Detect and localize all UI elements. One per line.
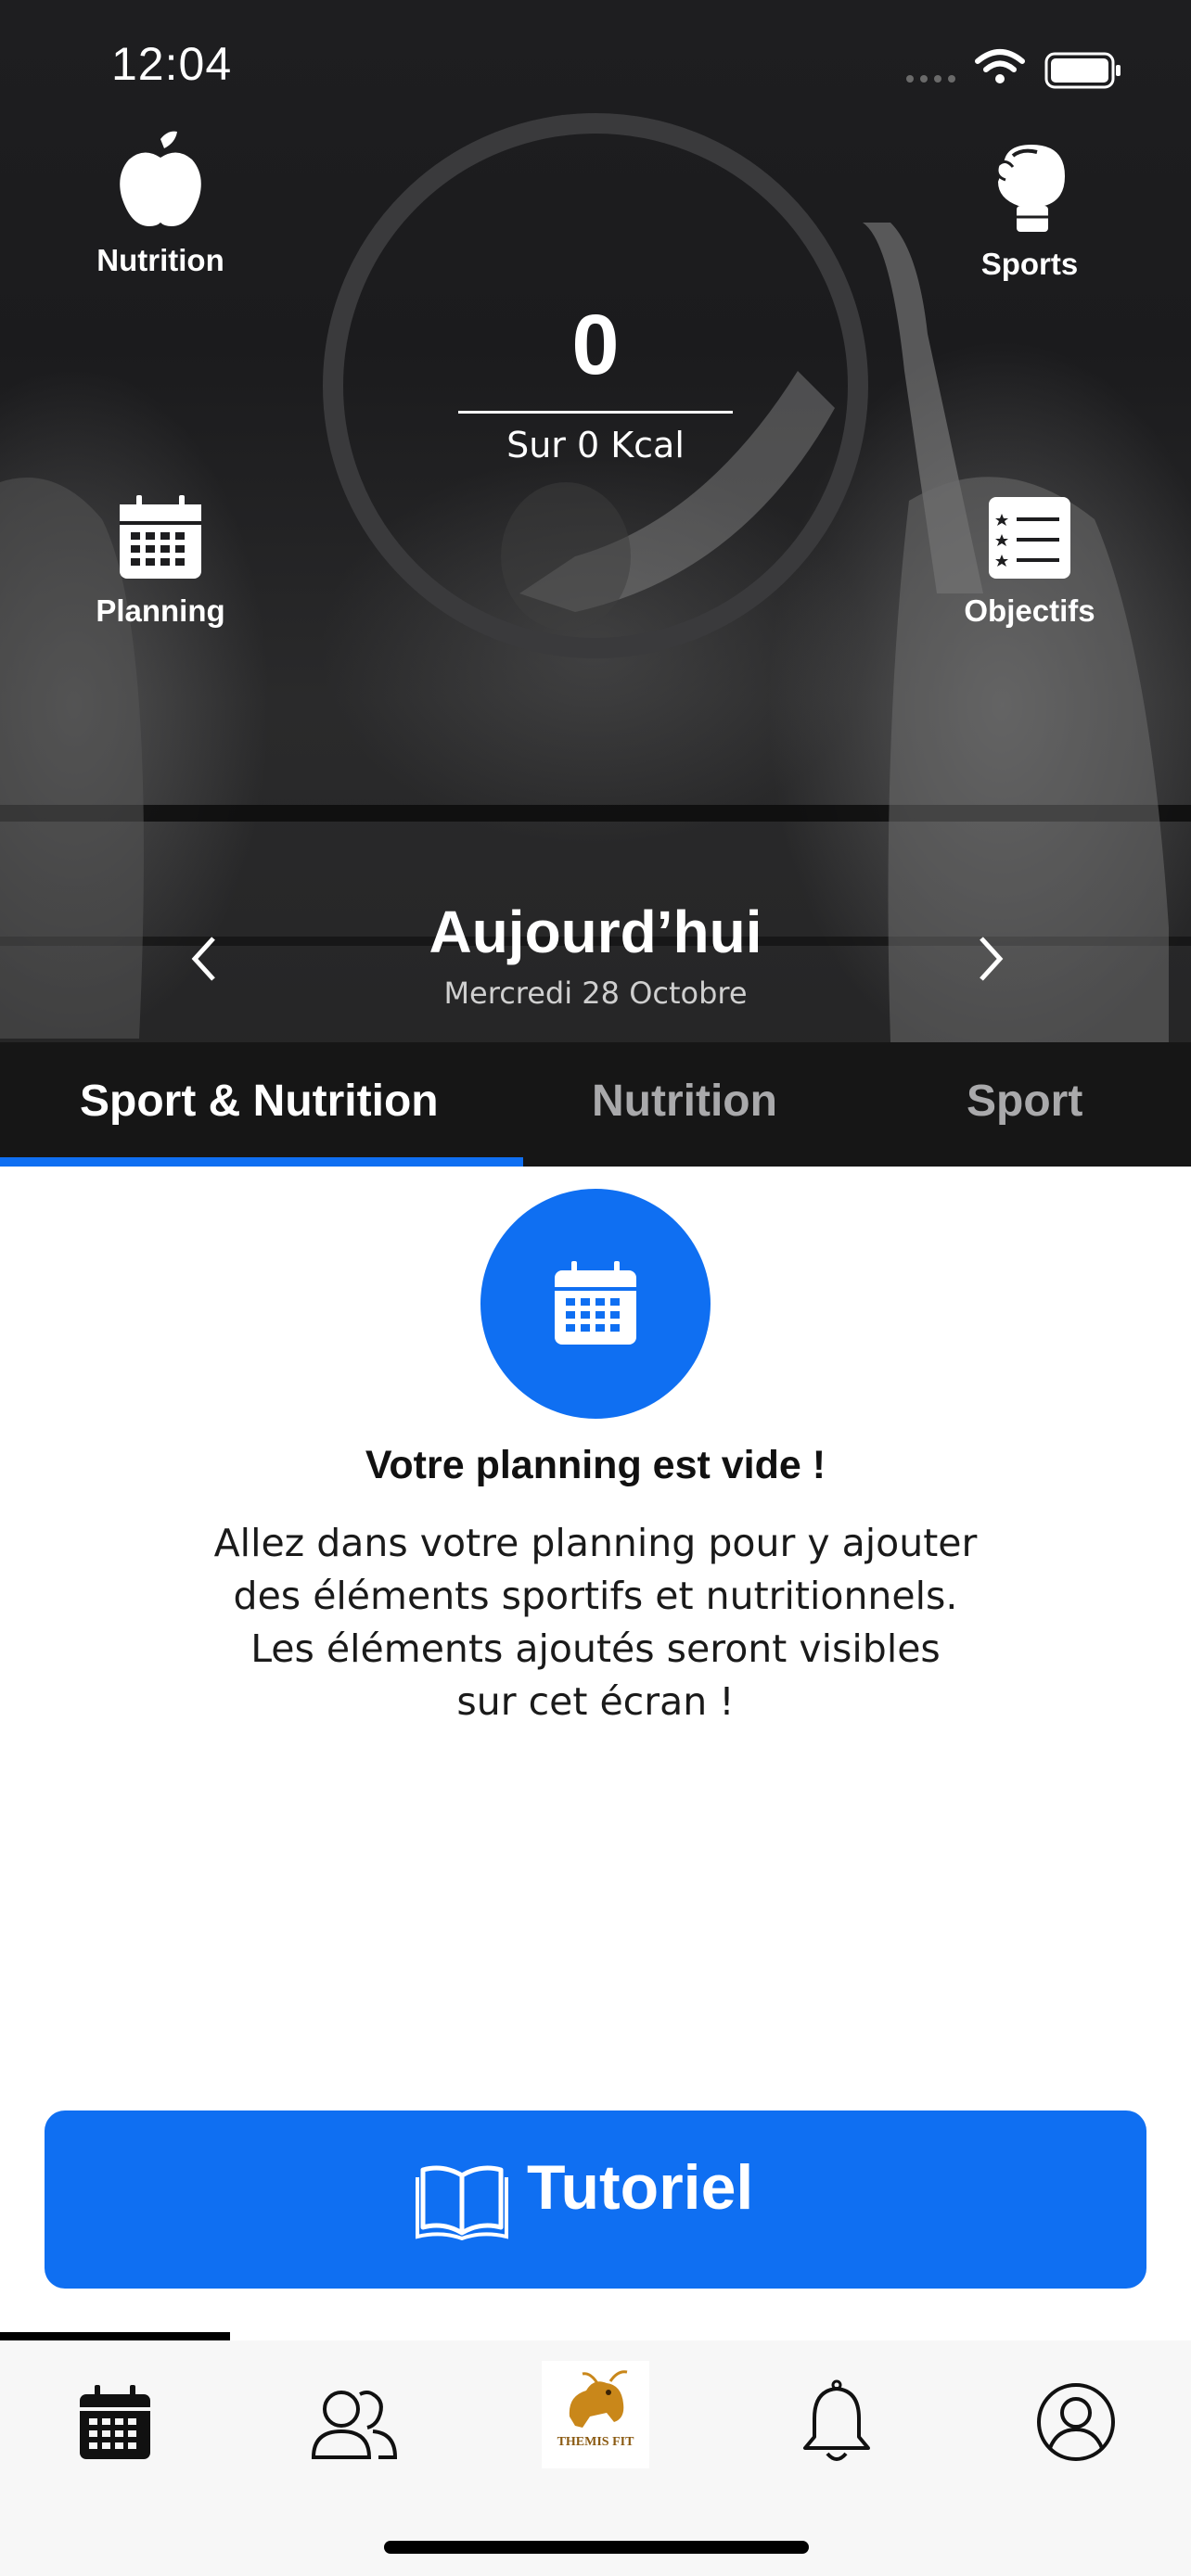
apple-icon: [120, 131, 201, 226]
objectives-shortcut[interactable]: Objectifs: [928, 493, 1132, 629]
themis-fit-logo[interactable]: THEMIS FIT: [542, 2361, 649, 2468]
bull-logo-icon: [569, 2370, 628, 2428]
planning-shortcut[interactable]: Planning: [58, 493, 263, 629]
empty-state-title: Votre planning est vide !: [365, 1443, 826, 1487]
bottom-nav-active-indicator: [0, 2332, 230, 2340]
previous-day-button[interactable]: [186, 933, 223, 985]
tutorial-button[interactable]: Tutoriel: [45, 2111, 1146, 2289]
empty-state-line: sur cet écran !: [456, 1679, 735, 1724]
tutorial-button-label: Tutoriel: [527, 2152, 754, 2223]
people-icon[interactable]: [308, 2376, 401, 2468]
bell-icon[interactable]: [790, 2376, 883, 2468]
calorie-goal: Sur 0 Kcal: [506, 425, 685, 465]
book-icon: [416, 2165, 508, 2240]
nutrition-label: Nutrition: [96, 243, 224, 277]
hero-section: 12:04 Nutrition Sports Planning Objectif…: [0, 0, 1191, 1167]
cellular-signal-icon: [906, 75, 955, 83]
calorie-divider: [458, 411, 733, 414]
status-bar: 12:04: [0, 0, 1191, 130]
empty-state-line: Allez dans votre planning pour y ajouter: [213, 1521, 978, 1565]
sports-shortcut[interactable]: Sports: [928, 139, 1132, 282]
planning-label: Planning: [96, 593, 225, 628]
tab-nutrition[interactable]: Nutrition: [592, 1076, 777, 1127]
calendar-icon: [555, 1261, 636, 1345]
active-tab-indicator: [0, 1157, 523, 1167]
tab-sport-nutrition[interactable]: Sport & Nutrition: [80, 1076, 439, 1127]
empty-state-line: Les éléments ajoutés seront visibles: [250, 1626, 941, 1671]
segment-tabs: Sport & Nutrition Nutrition Sport: [0, 1042, 1191, 1167]
empty-state-description: Allez dans votre planning pour y ajouter…: [132, 1517, 1059, 1728]
sports-label: Sports: [980, 247, 1079, 281]
battery-icon: [1044, 52, 1121, 89]
empty-state-line: des éléments sportifs et nutritionnels.: [233, 1574, 958, 1618]
calendar-icon: [120, 495, 201, 579]
home-indicator: [384, 2541, 809, 2554]
empty-state-badge: [480, 1189, 711, 1419]
objectives-label: Objectifs: [964, 593, 1095, 628]
date-subtitle: Mercredi 28 Octobre: [443, 976, 748, 1011]
wifi-icon: [975, 49, 1025, 83]
checklist-icon: [989, 497, 1070, 579]
tab-sport[interactable]: Sport: [967, 1076, 1082, 1127]
date-title: Aujourd’hui: [429, 899, 762, 965]
nutrition-shortcut[interactable]: Nutrition: [58, 130, 263, 278]
logo-text: THEMIS FIT: [557, 2435, 634, 2449]
status-time: 12:04: [111, 38, 233, 90]
boxing-glove-icon: [995, 145, 1065, 232]
calorie-value: 0: [571, 298, 620, 392]
calendar-icon[interactable]: [69, 2376, 161, 2468]
next-day-button[interactable]: [972, 933, 1009, 985]
profile-icon[interactable]: [1030, 2376, 1122, 2468]
